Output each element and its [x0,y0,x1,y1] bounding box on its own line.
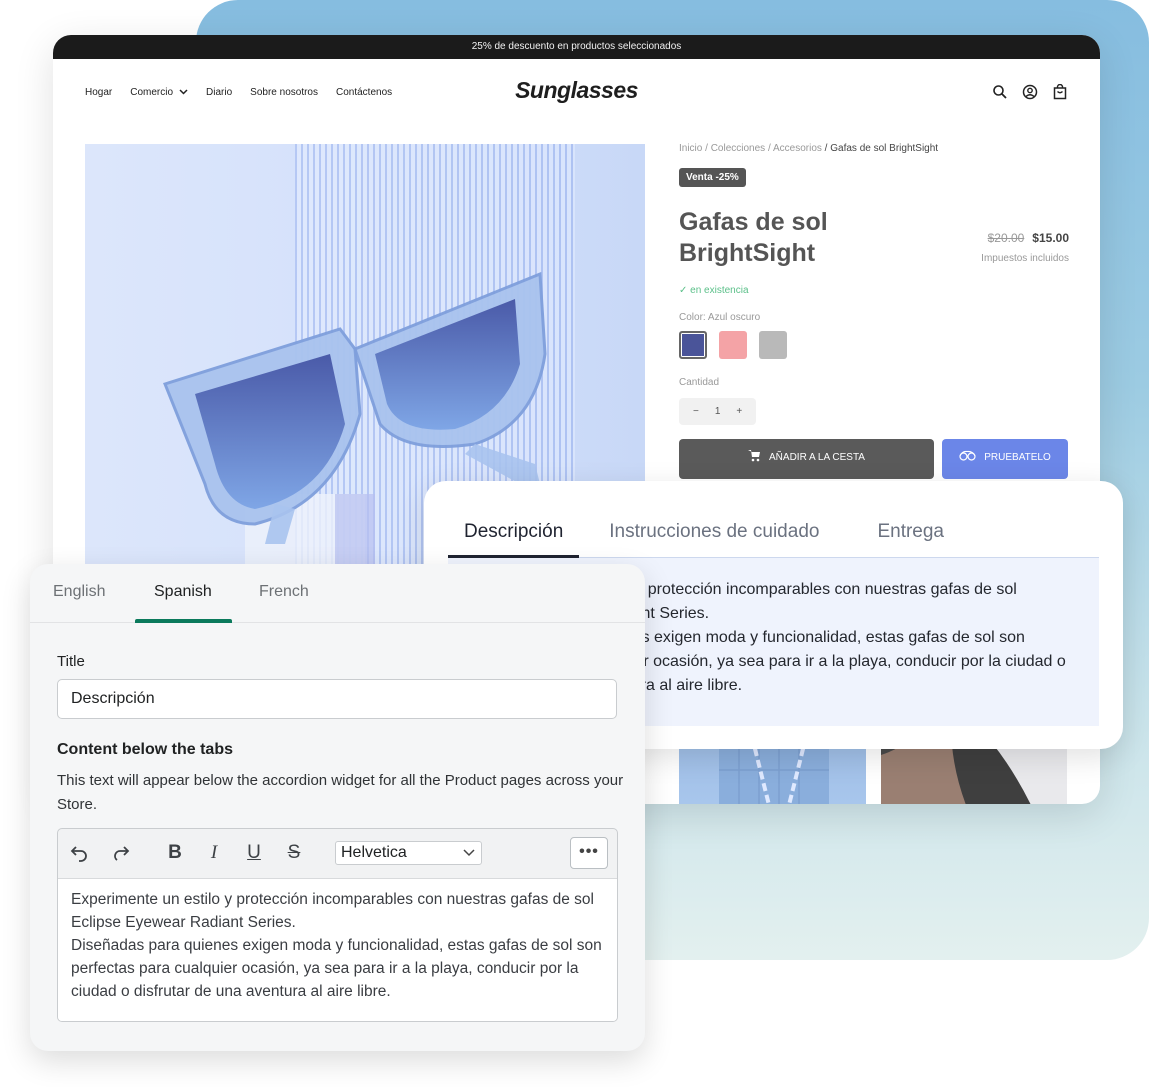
italic-button[interactable]: I [203,842,225,864]
breadcrumb-current: Gafas de sol BrightSight [830,143,939,154]
chevron-down-icon [463,842,475,871]
underline-button[interactable]: U [243,842,265,864]
undo-icon[interactable] [68,842,90,864]
translation-editor-panel: English Spanish French Title Descripción… [30,564,645,1051]
swatch-rosa[interactable] [719,331,747,359]
quantity-label: Cantidad [679,377,720,388]
qty-value[interactable]: 1 [715,406,721,417]
more-options-button[interactable]: ••• [570,837,608,869]
account-icon[interactable] [1022,84,1038,105]
quantity-stepper: − 1 + [679,398,757,425]
breadcrumb-separator: / [765,143,773,154]
store-header: Hogar Comercio Diario Sobre nosotros Con… [53,59,1100,129]
qty-decrease-button[interactable]: − [693,406,699,417]
tab-spanish[interactable]: Spanish [154,583,212,601]
sale-badge: Venta -25% [679,168,746,187]
product-info: Inicio / Colecciones / Accesorios / Gafa… [679,143,1069,479]
add-to-cart-label: AÑADIR A LA CESTA [769,451,865,463]
product-title: Gafas de sol BrightSight [679,208,828,267]
breadcrumb-separator: / [702,143,711,154]
search-icon[interactable] [992,84,1008,105]
content-section-title: Content below the tabs [57,741,233,758]
tab-descripcion[interactable]: Descripción [448,521,580,558]
breadcrumb-separator: / [821,143,831,154]
tab-instrucciones-de-cuidado[interactable]: Instrucciones de cuidado [593,521,835,558]
cart-bag-icon[interactable] [1052,83,1068,105]
breadcrumb-inicio[interactable]: Inicio [679,143,702,154]
title-label: Title [57,653,85,670]
tab-entrega[interactable]: Entrega [861,521,960,558]
font-family-select[interactable]: Helvetica [335,841,482,865]
color-label: Color: Azul oscuro [679,312,761,323]
editor-content[interactable]: Experimente un estilo y protección incom… [58,879,617,1021]
content-help-text: This text will appear below the accordio… [57,772,624,813]
breadcrumb: Inicio / Colecciones / Accesorios / Gafa… [679,143,1069,154]
breadcrumb-accesorios[interactable]: Accesorios [773,143,822,154]
try-on-label: PRUEBATELO [984,451,1051,463]
title-row: Gafas de sol BrightSight $20.00 $15.00 Im… [679,207,1069,273]
breadcrumb-colecciones[interactable]: Colecciones [711,143,765,154]
stock-status: ✓ en existencia [679,285,749,296]
header-icons [992,83,1068,105]
tab-english[interactable]: English [53,583,105,601]
language-tabs: English Spanish French [30,564,645,623]
font-select-value: Helvetica [341,844,407,861]
bold-button[interactable]: B [164,842,186,864]
qty-increase-button[interactable]: + [736,406,742,417]
add-to-cart-button[interactable]: AÑADIR A LA CESTA [679,439,934,479]
price-new: $15.00 [1032,231,1069,245]
cart-icon [748,449,761,465]
tax-note: Impuestos incluidos [981,253,1069,264]
swatch-gris[interactable] [759,331,787,359]
glasses-icon [959,450,976,464]
content-paragraph-2: Diseñadas para quienes exigen moda y fun… [71,937,602,1000]
action-buttons: AÑADIR A LA CESTA PRUEBATELO [679,439,1069,479]
swatch-azul-oscuro[interactable] [679,331,707,359]
announcement-bar: 25% de descuento en productos selecciona… [53,35,1100,59]
editor-toolbar: B I U S Helvetica ••• [58,829,617,879]
price-old: $20.00 [987,231,1025,245]
tab-french[interactable]: French [259,583,309,601]
active-tab-indicator [135,619,232,623]
store-logo[interactable]: Sunglasses [53,77,1100,104]
redo-icon[interactable] [110,842,132,864]
title-input[interactable]: Descripción [57,679,617,719]
description-tabs: Descripción Instrucciones de cuidado Ent… [448,521,1099,558]
try-on-button[interactable]: PRUEBATELO [942,439,1068,479]
rich-text-editor: B I U S Helvetica ••• Experimente un est… [57,828,618,1022]
price-block: $20.00 $15.00 Impuestos incluidos [981,229,1069,264]
strikethrough-button[interactable]: S [283,842,305,864]
content-paragraph-1: Experimente un estilo y protección incom… [71,891,594,931]
color-swatches [679,331,1069,359]
